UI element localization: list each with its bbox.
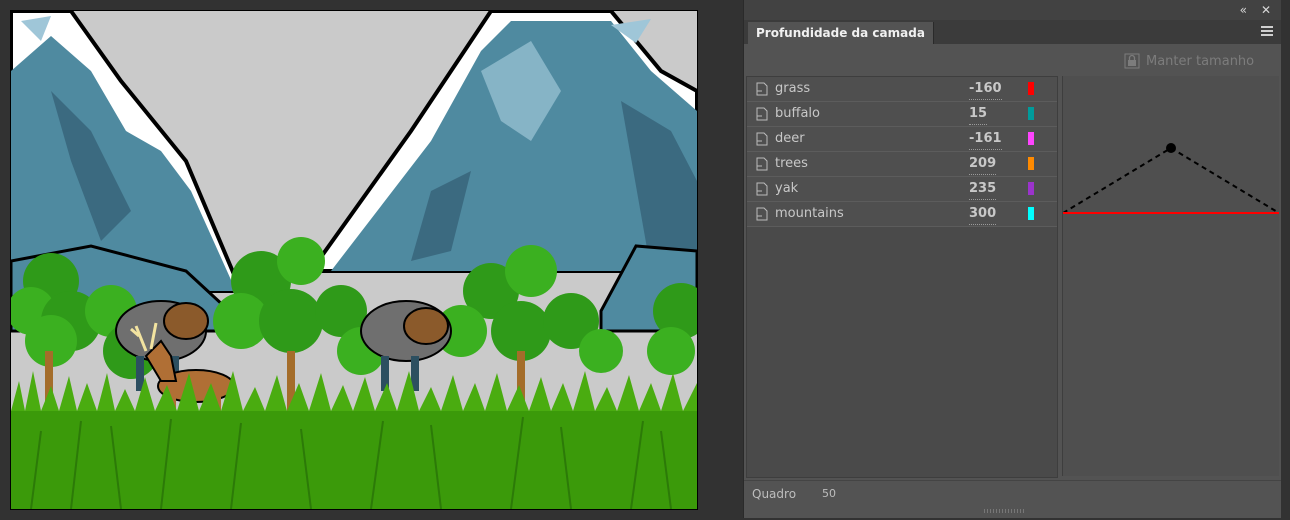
- layer-row-deer[interactable]: deer -161: [747, 127, 1057, 152]
- layer-depth-value[interactable]: -161: [969, 129, 1002, 150]
- layer-row-trees[interactable]: trees 209: [747, 152, 1057, 177]
- lock-icon: [1124, 53, 1140, 69]
- layer-depth-value[interactable]: 300: [969, 204, 997, 225]
- layer-icon: [756, 107, 768, 121]
- layer-row-buffalo[interactable]: buffalo 15: [747, 102, 1057, 127]
- hamburger-menu-icon[interactable]: [1261, 26, 1273, 38]
- layer-row-yak[interactable]: yak 235: [747, 177, 1057, 202]
- frame-row: Quadro 50: [744, 480, 1281, 507]
- layer-icon: [756, 82, 768, 96]
- layer-row-mountains[interactable]: mountains 300: [747, 202, 1057, 227]
- layer-depth-value[interactable]: 235: [969, 179, 997, 200]
- layer-color-swatch: [1028, 82, 1034, 95]
- layer-depth-value[interactable]: -160: [969, 79, 1002, 100]
- layer-icon: [756, 132, 768, 146]
- camera-view-line-right: [1170, 147, 1280, 214]
- layer-color-swatch: [1028, 182, 1034, 195]
- frame-label: Quadro: [752, 487, 797, 501]
- layer-icon: [756, 207, 768, 221]
- layer-color-swatch: [1028, 207, 1034, 220]
- layer-name: grass: [775, 81, 811, 96]
- stage-canvas[interactable]: [10, 10, 698, 510]
- frame-value: 50: [822, 487, 836, 500]
- layer-name: deer: [775, 131, 805, 146]
- depth-graph[interactable]: [1062, 76, 1280, 476]
- layer-color-swatch: [1028, 157, 1034, 170]
- layer-name: buffalo: [775, 106, 820, 121]
- double-chevron-left-icon[interactable]: «: [1240, 3, 1247, 17]
- layer-color-swatch: [1028, 107, 1034, 120]
- layer-color-swatch: [1028, 132, 1034, 145]
- camera-point[interactable]: [1166, 143, 1176, 153]
- layer-name: mountains: [775, 206, 844, 221]
- maintain-size-label: Manter tamanho: [1146, 53, 1255, 69]
- layer-depth-value[interactable]: 209: [969, 154, 997, 175]
- layer-depth-value[interactable]: 15: [969, 104, 988, 125]
- layer-name: trees: [775, 156, 808, 171]
- layer-icon: [756, 182, 768, 196]
- tab-layer-depth[interactable]: Profundidade da camada: [748, 22, 934, 44]
- layer-list: grass -160 buffalo 15 deer -161 trees 20…: [746, 76, 1058, 478]
- stage-artwork: [11, 11, 697, 509]
- panel-title-bar: « ✕: [744, 0, 1281, 20]
- layer-row-grass[interactable]: grass -160: [747, 77, 1057, 102]
- layer-name: yak: [775, 181, 799, 196]
- panel-tab-strip: Profundidade da camada: [744, 20, 1281, 44]
- maintain-size-button[interactable]: Manter tamanho: [1124, 52, 1254, 70]
- layer-depth-panel: « ✕ Profundidade da camada Manter tamanh…: [743, 0, 1281, 518]
- layer-icon: [756, 157, 768, 171]
- close-icon[interactable]: ✕: [1261, 3, 1271, 17]
- camera-view-line-left: [1062, 147, 1172, 214]
- depth-graph-canvas: [1062, 143, 1280, 214]
- resize-grip[interactable]: [984, 509, 1024, 513]
